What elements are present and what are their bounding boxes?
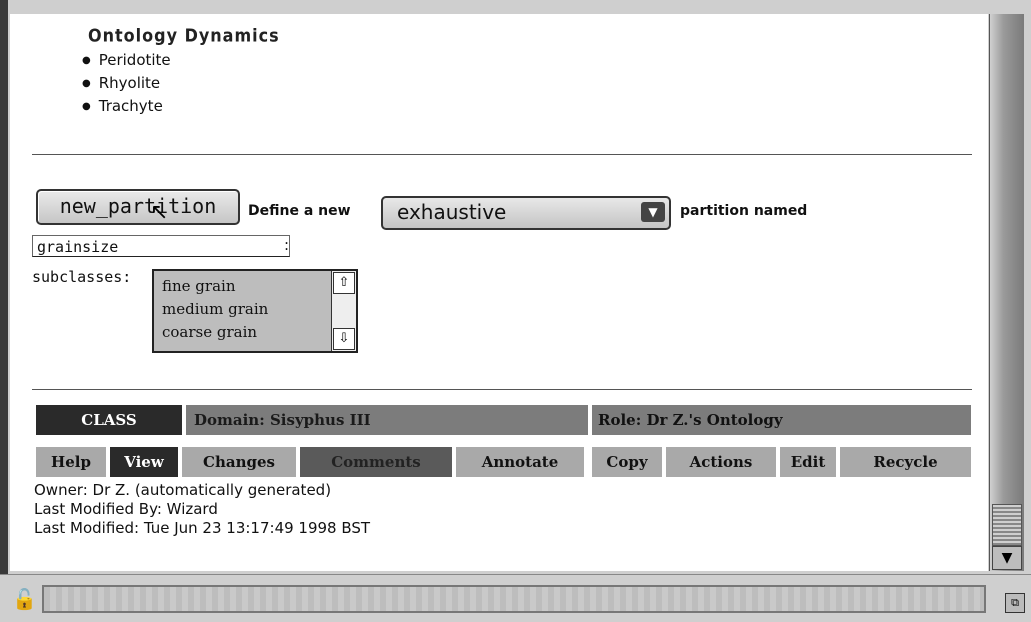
domain-bar: Domain: Sisyphus III xyxy=(186,405,588,435)
status-bar: 🔓 ⧉ xyxy=(0,574,1031,622)
mouse-pointer-icon: ↖ xyxy=(150,200,169,225)
status-field xyxy=(42,585,986,613)
lock-icon: 🔓 xyxy=(12,587,37,611)
page-content: Ontology Dynamics Peridotite Rhyolite Tr… xyxy=(10,14,988,571)
scroll-thumb[interactable] xyxy=(992,504,1022,546)
resize-icon[interactable]: ⧉ xyxy=(1005,593,1025,613)
list-item: Trachyte xyxy=(82,96,171,119)
modified-date-text: Last Modified: Tue Jun 23 13:17:49 1998 … xyxy=(34,519,371,537)
partition-name-field[interactable]: grainsize xyxy=(32,235,290,257)
page-logo: Ontology Dynamics xyxy=(88,25,280,46)
list-item: Peridotite xyxy=(82,50,171,73)
subclasses-listbox[interactable]: fine grain medium grain coarse grain ⇧ ⇩ xyxy=(152,269,358,353)
list-item: Rhyolite xyxy=(82,73,171,96)
partition-type-select[interactable]: exhaustive ▼ xyxy=(381,196,671,230)
tab-comments[interactable]: Comments xyxy=(300,447,452,477)
arrow-down-icon[interactable]: ⇩ xyxy=(333,328,355,350)
arrow-up-icon[interactable]: ⇧ xyxy=(333,272,355,294)
colon-label: : xyxy=(284,236,290,254)
rock-list: Peridotite Rhyolite Trachyte xyxy=(82,50,171,119)
browser-window: Ontology Dynamics Peridotite Rhyolite Tr… xyxy=(0,0,1031,622)
list-item[interactable]: fine grain xyxy=(162,275,356,298)
modified-by-text: Last Modified By: Wizard xyxy=(34,500,218,518)
list-item[interactable]: medium grain xyxy=(162,298,356,321)
subclasses-label: subclasses: xyxy=(32,268,132,286)
tab-annotate[interactable]: Annotate xyxy=(456,447,584,477)
tab-changes[interactable]: Changes xyxy=(182,447,296,477)
tab-recycle[interactable]: Recycle xyxy=(840,447,971,477)
divider xyxy=(32,154,972,155)
metadata-block: Owner: Dr Z. (automatically generated) L… xyxy=(34,481,370,538)
divider xyxy=(32,389,972,390)
vertical-scrollbar[interactable]: ▼ xyxy=(989,14,1024,571)
tab-view[interactable]: View xyxy=(110,447,178,477)
role-bar: Role: Dr Z.'s Ontology xyxy=(592,405,971,435)
tab-help[interactable]: Help xyxy=(36,447,106,477)
window-frame xyxy=(0,0,8,580)
tab-edit[interactable]: Edit xyxy=(780,447,836,477)
list-item[interactable]: coarse grain xyxy=(162,321,356,344)
tab-copy[interactable]: Copy xyxy=(592,447,662,477)
define-label: Define a new xyxy=(248,203,351,219)
tab-actions[interactable]: Actions xyxy=(666,447,776,477)
partition-named-label: partition named xyxy=(680,203,808,219)
arrow-down-icon[interactable]: ▼ xyxy=(992,546,1022,570)
partition-type-value: exhaustive xyxy=(397,200,507,224)
new-partition-button[interactable]: new_partition xyxy=(36,189,240,225)
listbox-scrollbar[interactable]: ⇧ ⇩ xyxy=(331,271,356,351)
chevron-down-icon[interactable]: ▼ xyxy=(641,202,665,222)
owner-text: Owner: Dr Z. (automatically generated) xyxy=(34,481,332,499)
class-bar: CLASS xyxy=(36,405,182,435)
